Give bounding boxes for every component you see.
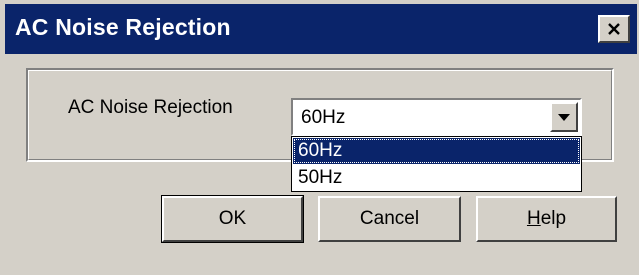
ok-button[interactable]: OK xyxy=(161,195,304,243)
noise-rejection-select[interactable]: 60Hz xyxy=(291,98,582,136)
close-icon xyxy=(608,23,620,35)
dialog-title: AC Noise Rejection xyxy=(15,14,231,40)
select-value: 60Hz xyxy=(301,107,346,128)
cancel-button-label: Cancel xyxy=(359,208,420,229)
noise-rejection-label: AC Noise Rejection xyxy=(68,97,233,118)
help-button[interactable]: Help xyxy=(476,196,617,242)
help-button-label: Help xyxy=(526,208,567,229)
close-button[interactable] xyxy=(598,15,630,43)
dropdown-list: 60Hz 50Hz xyxy=(291,136,582,192)
dialog-window: AC Noise Rejection AC Noise Rejection 60… xyxy=(0,0,639,275)
dropdown-arrow-button[interactable] xyxy=(550,102,578,132)
ok-button-label: OK xyxy=(218,208,247,229)
dropdown-option-50hz[interactable]: 50Hz xyxy=(293,165,580,191)
dropdown-option-60hz[interactable]: 60Hz xyxy=(293,138,580,164)
title-bar[interactable]: AC Noise Rejection xyxy=(5,4,637,54)
chevron-down-icon xyxy=(558,114,570,121)
cancel-button[interactable]: Cancel xyxy=(318,196,461,242)
